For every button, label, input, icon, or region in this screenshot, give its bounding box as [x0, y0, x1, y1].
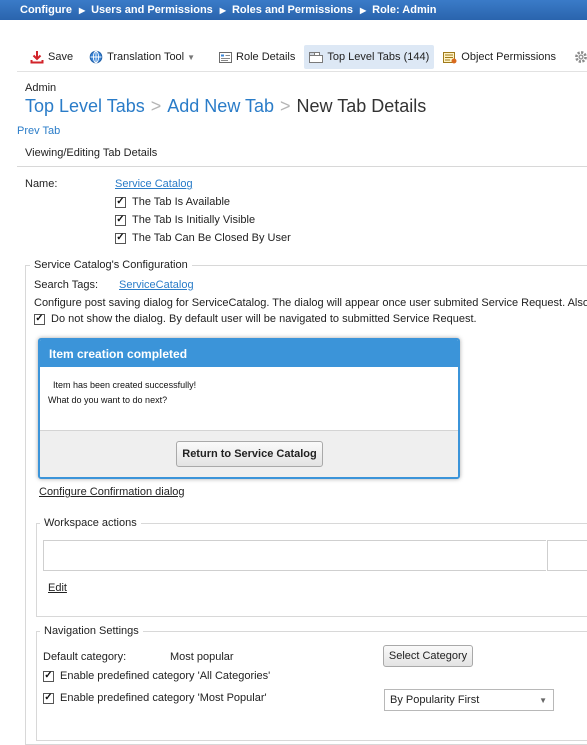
globe-icon: [89, 50, 103, 64]
return-to-service-catalog-button[interactable]: Return to Service Catalog: [176, 441, 323, 467]
dialog-message-line1: Item has been created successfully!: [53, 380, 197, 390]
workspace-edit-link[interactable]: Edit: [48, 582, 67, 594]
tab-closable-row: ✓ The Tab Can Be Closed By User: [115, 232, 291, 244]
tab-available-checkbox[interactable]: ✓: [115, 196, 126, 208]
default-category-value: Most popular: [170, 651, 234, 663]
workspace-actions-panel[interactable]: [547, 540, 587, 571]
configure-confirmation-dialog-link[interactable]: Configure Confirmation dialog: [39, 486, 185, 498]
dont-show-row: ✓ Do not show the dialog. By default use…: [34, 313, 477, 325]
role-details-button[interactable]: Role Details: [214, 45, 300, 69]
title-current: New Tab Details: [296, 96, 427, 116]
dont-show-dialog-label: Do not show the dialog. By default user …: [51, 313, 477, 325]
workspace-actions-list[interactable]: [43, 540, 546, 571]
dont-show-dialog-checkbox[interactable]: ✓: [34, 313, 45, 325]
prev-tab-link[interactable]: Prev Tab: [17, 125, 60, 137]
tab-closable-checkbox[interactable]: ✓: [115, 232, 126, 244]
title-separator: >: [280, 96, 291, 116]
breadcrumb-role-admin[interactable]: Role: Admin: [372, 4, 436, 16]
chevron-down-icon: ▼: [539, 696, 547, 705]
section-divider: [17, 166, 587, 167]
object-permissions-icon: [443, 51, 457, 63]
breadcrumb-arrow-icon: ▶: [78, 5, 86, 15]
tab-available-row: ✓ The Tab Is Available: [115, 196, 230, 208]
details-icon: [219, 51, 233, 63]
tab-visible-label: The Tab Is Initially Visible: [132, 214, 256, 226]
dialog-body: Item has been created successfully! What…: [40, 367, 458, 430]
settings-button[interactable]: [569, 45, 587, 69]
save-button[interactable]: Save: [25, 45, 78, 69]
most-popular-label: Enable predefined category 'Most Popular…: [60, 692, 267, 704]
search-tags-link[interactable]: ServiceCatalog: [119, 279, 194, 291]
navigation-settings-legend: Navigation Settings: [40, 625, 143, 637]
dialog-message-line2: What do you want to do next?: [48, 395, 168, 405]
most-popular-row: ✓ Enable predefined category 'Most Popul…: [43, 692, 267, 704]
tab-visible-row: ✓ The Tab Is Initially Visible: [115, 214, 255, 226]
title-link-top-level-tabs[interactable]: Top Level Tabs: [25, 96, 145, 116]
dialog-info-text: Configure post saving dialog for Service…: [34, 297, 587, 309]
object-permissions-button[interactable]: Object Permissions: [438, 45, 561, 69]
breadcrumb-roles-permissions[interactable]: Roles and Permissions: [232, 4, 353, 16]
breadcrumb: Configure ▶ Users and Permissions ▶ Role…: [0, 0, 587, 20]
breadcrumb-configure[interactable]: Configure: [20, 4, 72, 16]
tab-available-label: The Tab Is Available: [132, 196, 231, 208]
name-label: Name:: [25, 178, 58, 190]
tab-closable-label: The Tab Can Be Closed By User: [132, 232, 291, 244]
save-icon: [30, 51, 44, 64]
save-label: Save: [48, 51, 74, 63]
chevron-down-icon: ▼: [187, 52, 196, 62]
tabs-icon: [309, 51, 324, 63]
tab-visible-checkbox[interactable]: ✓: [115, 214, 126, 226]
translation-tool-label: Translation Tool: [107, 51, 185, 63]
tab-name-link[interactable]: Service Catalog: [115, 178, 193, 190]
breadcrumb-users-permissions[interactable]: Users and Permissions: [91, 4, 213, 16]
all-categories-label: Enable predefined category 'All Categori…: [60, 670, 271, 682]
top-level-tabs-button[interactable]: Top Level Tabs (144): [304, 45, 435, 69]
breadcrumb-arrow-icon: ▶: [359, 5, 367, 15]
toolbar: Save Translation Tool ▼ Role Details Top…: [0, 45, 587, 69]
select-category-button[interactable]: Select Category: [383, 645, 473, 667]
sort-order-select[interactable]: By Popularity First ▼: [384, 689, 554, 711]
page-title: Top Level Tabs > Add New Tab > New Tab Detai…: [25, 96, 426, 117]
configuration-legend: Service Catalog's Configuration: [30, 259, 192, 271]
translation-tool-button[interactable]: Translation Tool ▼: [84, 45, 200, 69]
section-subtitle: Viewing/Editing Tab Details: [25, 147, 158, 159]
most-popular-checkbox[interactable]: ✓: [43, 692, 54, 704]
confirmation-dialog-preview: Item creation completed Item has been cr…: [38, 338, 460, 479]
default-category-label: Default category:: [43, 651, 127, 663]
top-level-tabs-label: Top Level Tabs (144): [327, 51, 430, 63]
object-permissions-label: Object Permissions: [461, 51, 557, 63]
toolbar-divider: [17, 71, 587, 72]
dialog-footer: Return to Service Catalog: [40, 430, 458, 477]
workspace-actions-legend: Workspace actions: [40, 517, 141, 529]
all-categories-checkbox[interactable]: ✓: [43, 670, 54, 682]
sort-order-value: By Popularity First: [390, 694, 480, 706]
context-label: Admin: [25, 82, 57, 94]
search-tags-label: Search Tags:: [34, 279, 99, 291]
role-details-label: Role Details: [236, 51, 296, 63]
all-categories-row: ✓ Enable predefined category 'All Catego…: [43, 670, 270, 682]
gear-icon: [575, 51, 587, 63]
navigation-settings-fieldset: [36, 631, 587, 741]
dialog-title: Item creation completed: [40, 340, 458, 367]
title-separator: >: [150, 96, 162, 116]
title-link-add-new-tab[interactable]: Add New Tab: [167, 96, 274, 116]
breadcrumb-arrow-icon: ▶: [219, 5, 226, 15]
